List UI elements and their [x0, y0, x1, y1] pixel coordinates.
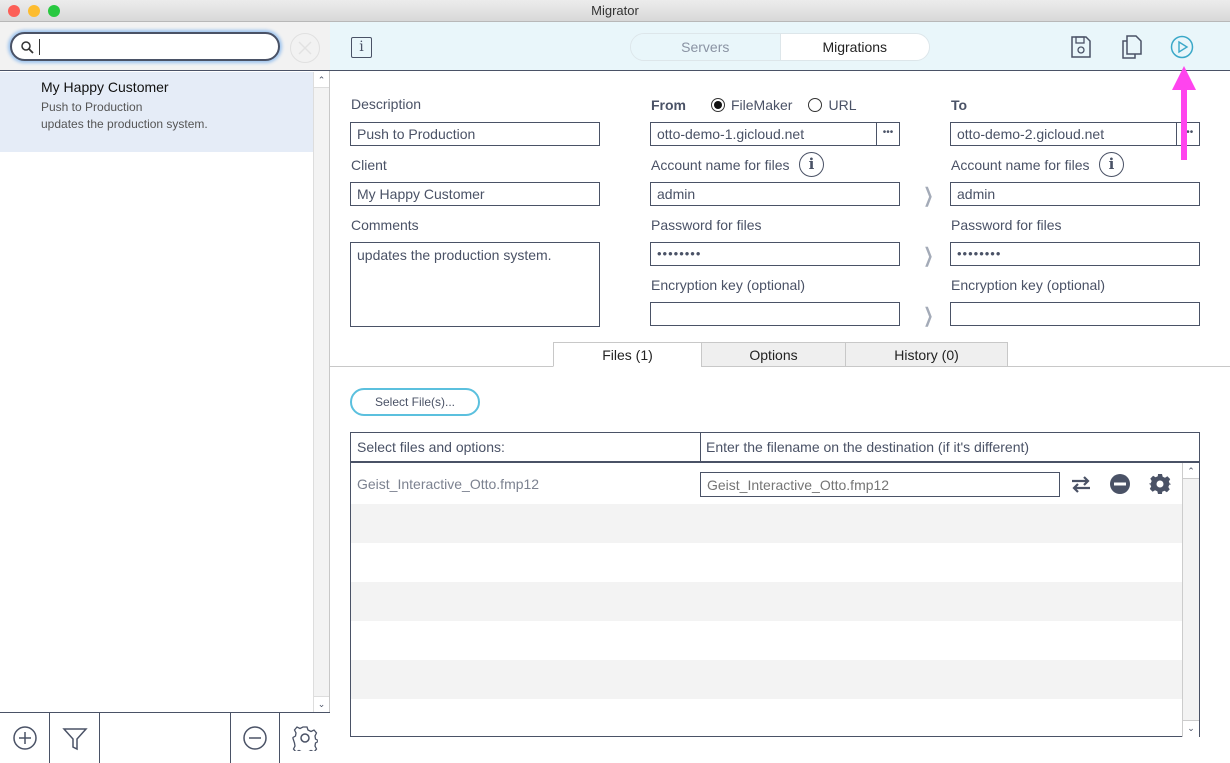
save-icon [1071, 36, 1091, 58]
from-server-value: otto-demo-1.gicloud.net [657, 126, 805, 142]
table-row-empty [351, 582, 1182, 621]
chevron-right-icon: ❯ [923, 245, 934, 267]
minus-circle-icon [243, 726, 267, 750]
radio-filemaker[interactable] [711, 98, 725, 112]
segment-servers[interactable]: Servers [631, 34, 781, 60]
chevron-right-icon: ❯ [923, 185, 934, 207]
sidebar: My Happy Customer Push to Production upd… [0, 22, 330, 763]
from-account-label: Account name for files [651, 157, 790, 173]
title-bar: Migrator [0, 0, 1230, 22]
annotation-arrow [1172, 66, 1196, 160]
to-password-input[interactable]: •••••••• [950, 242, 1200, 266]
from-account-input[interactable]: admin [650, 182, 900, 206]
window-title: Migrator [591, 3, 639, 18]
settings-button[interactable] [280, 713, 330, 763]
scroll-down-arrow[interactable]: ⌄ [1183, 720, 1199, 737]
description-input[interactable]: Push to Production [350, 122, 600, 146]
table-row-empty [351, 660, 1182, 699]
comments-textarea[interactable]: updates the production system. [350, 242, 600, 327]
comments-label: Comments [351, 217, 419, 233]
text-cursor [39, 39, 40, 55]
to-encryption-input[interactable] [950, 302, 1200, 326]
gear-icon [292, 726, 318, 751]
client-label: Client [351, 157, 387, 173]
sidebar-footer [0, 712, 330, 763]
from-encryption-label: Encryption key (optional) [651, 277, 806, 293]
close-circle-icon [298, 41, 312, 55]
column-header-source: Select files and options: [351, 433, 701, 463]
to-account-info-icon[interactable]: i [1099, 152, 1124, 177]
remove-file-icon[interactable] [1109, 473, 1131, 495]
table-row-empty [351, 621, 1182, 660]
add-migration-button[interactable] [0, 713, 50, 763]
list-item-description: Push to Production [41, 100, 143, 114]
main-toolbar: i Servers Migrations [330, 22, 1230, 71]
client-input[interactable]: My Happy Customer [350, 182, 600, 206]
scroll-up-arrow[interactable]: ⌃ [1183, 463, 1199, 479]
from-password-input[interactable]: •••••••• [650, 242, 900, 266]
remove-migration-button[interactable] [230, 713, 280, 763]
column-header-destination: Enter the filename on the destination (i… [700, 433, 1199, 463]
to-account-label: Account name for files [951, 157, 1090, 173]
to-encryption-label: Encryption key (optional) [951, 277, 1106, 293]
close-window-button[interactable] [8, 5, 20, 17]
copy-icon [1122, 35, 1142, 59]
destination-filename-input[interactable] [700, 472, 1060, 497]
plus-circle-icon [12, 726, 37, 750]
radio-filemaker-label: FileMaker [731, 97, 793, 113]
tab-options[interactable]: Options [701, 342, 846, 367]
play-circle-icon [1170, 35, 1194, 59]
radio-url[interactable] [808, 98, 823, 112]
table-row-empty [351, 543, 1182, 582]
info-icon: i [359, 39, 364, 55]
from-account-info-icon[interactable]: i [799, 152, 824, 177]
filter-icon [61, 728, 88, 751]
list-item-title: My Happy Customer [41, 79, 169, 95]
scroll-up-arrow[interactable]: ⌃ [314, 72, 329, 88]
chevron-right-icon: ❯ [923, 305, 934, 327]
from-server-input[interactable]: otto-demo-1.gicloud.net ••• [650, 122, 900, 146]
tab-history[interactable]: History (0) [845, 342, 1008, 367]
info-button[interactable]: i [351, 37, 372, 58]
from-server-browse-button[interactable]: ••• [876, 123, 899, 145]
select-files-button[interactable]: Select File(s)... [350, 388, 480, 416]
sidebar-scrollbar[interactable]: ⌃ ⌄ [313, 72, 329, 712]
view-segmented-control: Servers Migrations [630, 33, 930, 61]
description-label: Description [351, 96, 422, 112]
to-label: To [951, 97, 968, 113]
swap-icon[interactable] [1070, 475, 1092, 493]
clear-search-button[interactable] [290, 33, 320, 63]
from-type-radio-group: FileMaker URL [711, 97, 856, 113]
table-row[interactable]: Geist_Interactive_Otto.fmp12 [351, 465, 1182, 504]
search-input[interactable] [38, 37, 268, 56]
from-encryption-input[interactable] [650, 302, 900, 326]
list-item-comment: updates the production system. [41, 117, 208, 131]
tab-files[interactable]: Files (1) [553, 342, 702, 367]
save-button[interactable] [1070, 35, 1092, 64]
search-field[interactable] [10, 32, 280, 61]
minimize-window-button[interactable] [28, 5, 40, 17]
search-bar [0, 22, 330, 71]
segment-migrations[interactable]: Migrations [780, 34, 929, 60]
file-name: Geist_Interactive_Otto.fmp12 [357, 476, 540, 492]
to-server-input[interactable]: otto-demo-2.gicloud.net ••• [950, 122, 1200, 146]
radio-url-label: URL [828, 97, 857, 113]
migration-list-item[interactable]: My Happy Customer Push to Production upd… [0, 72, 313, 152]
filter-button[interactable] [50, 713, 100, 763]
to-server-value: otto-demo-2.gicloud.net [957, 126, 1105, 142]
zoom-window-button[interactable] [48, 5, 60, 17]
to-account-input[interactable]: admin [950, 182, 1200, 206]
run-migration-button[interactable] [1170, 35, 1194, 64]
from-password-label: Password for files [651, 217, 762, 233]
table-scrollbar[interactable]: ⌃ ⌄ [1182, 463, 1199, 737]
table-row-empty [351, 504, 1182, 543]
scroll-down-arrow[interactable]: ⌄ [314, 696, 329, 712]
search-icon [21, 41, 34, 54]
file-options-gear-icon[interactable] [1149, 473, 1171, 495]
duplicate-button[interactable] [1120, 34, 1144, 65]
from-label: From [651, 97, 686, 113]
files-table: Select files and options: Enter the file… [350, 432, 1200, 737]
to-password-label: Password for files [951, 217, 1062, 233]
